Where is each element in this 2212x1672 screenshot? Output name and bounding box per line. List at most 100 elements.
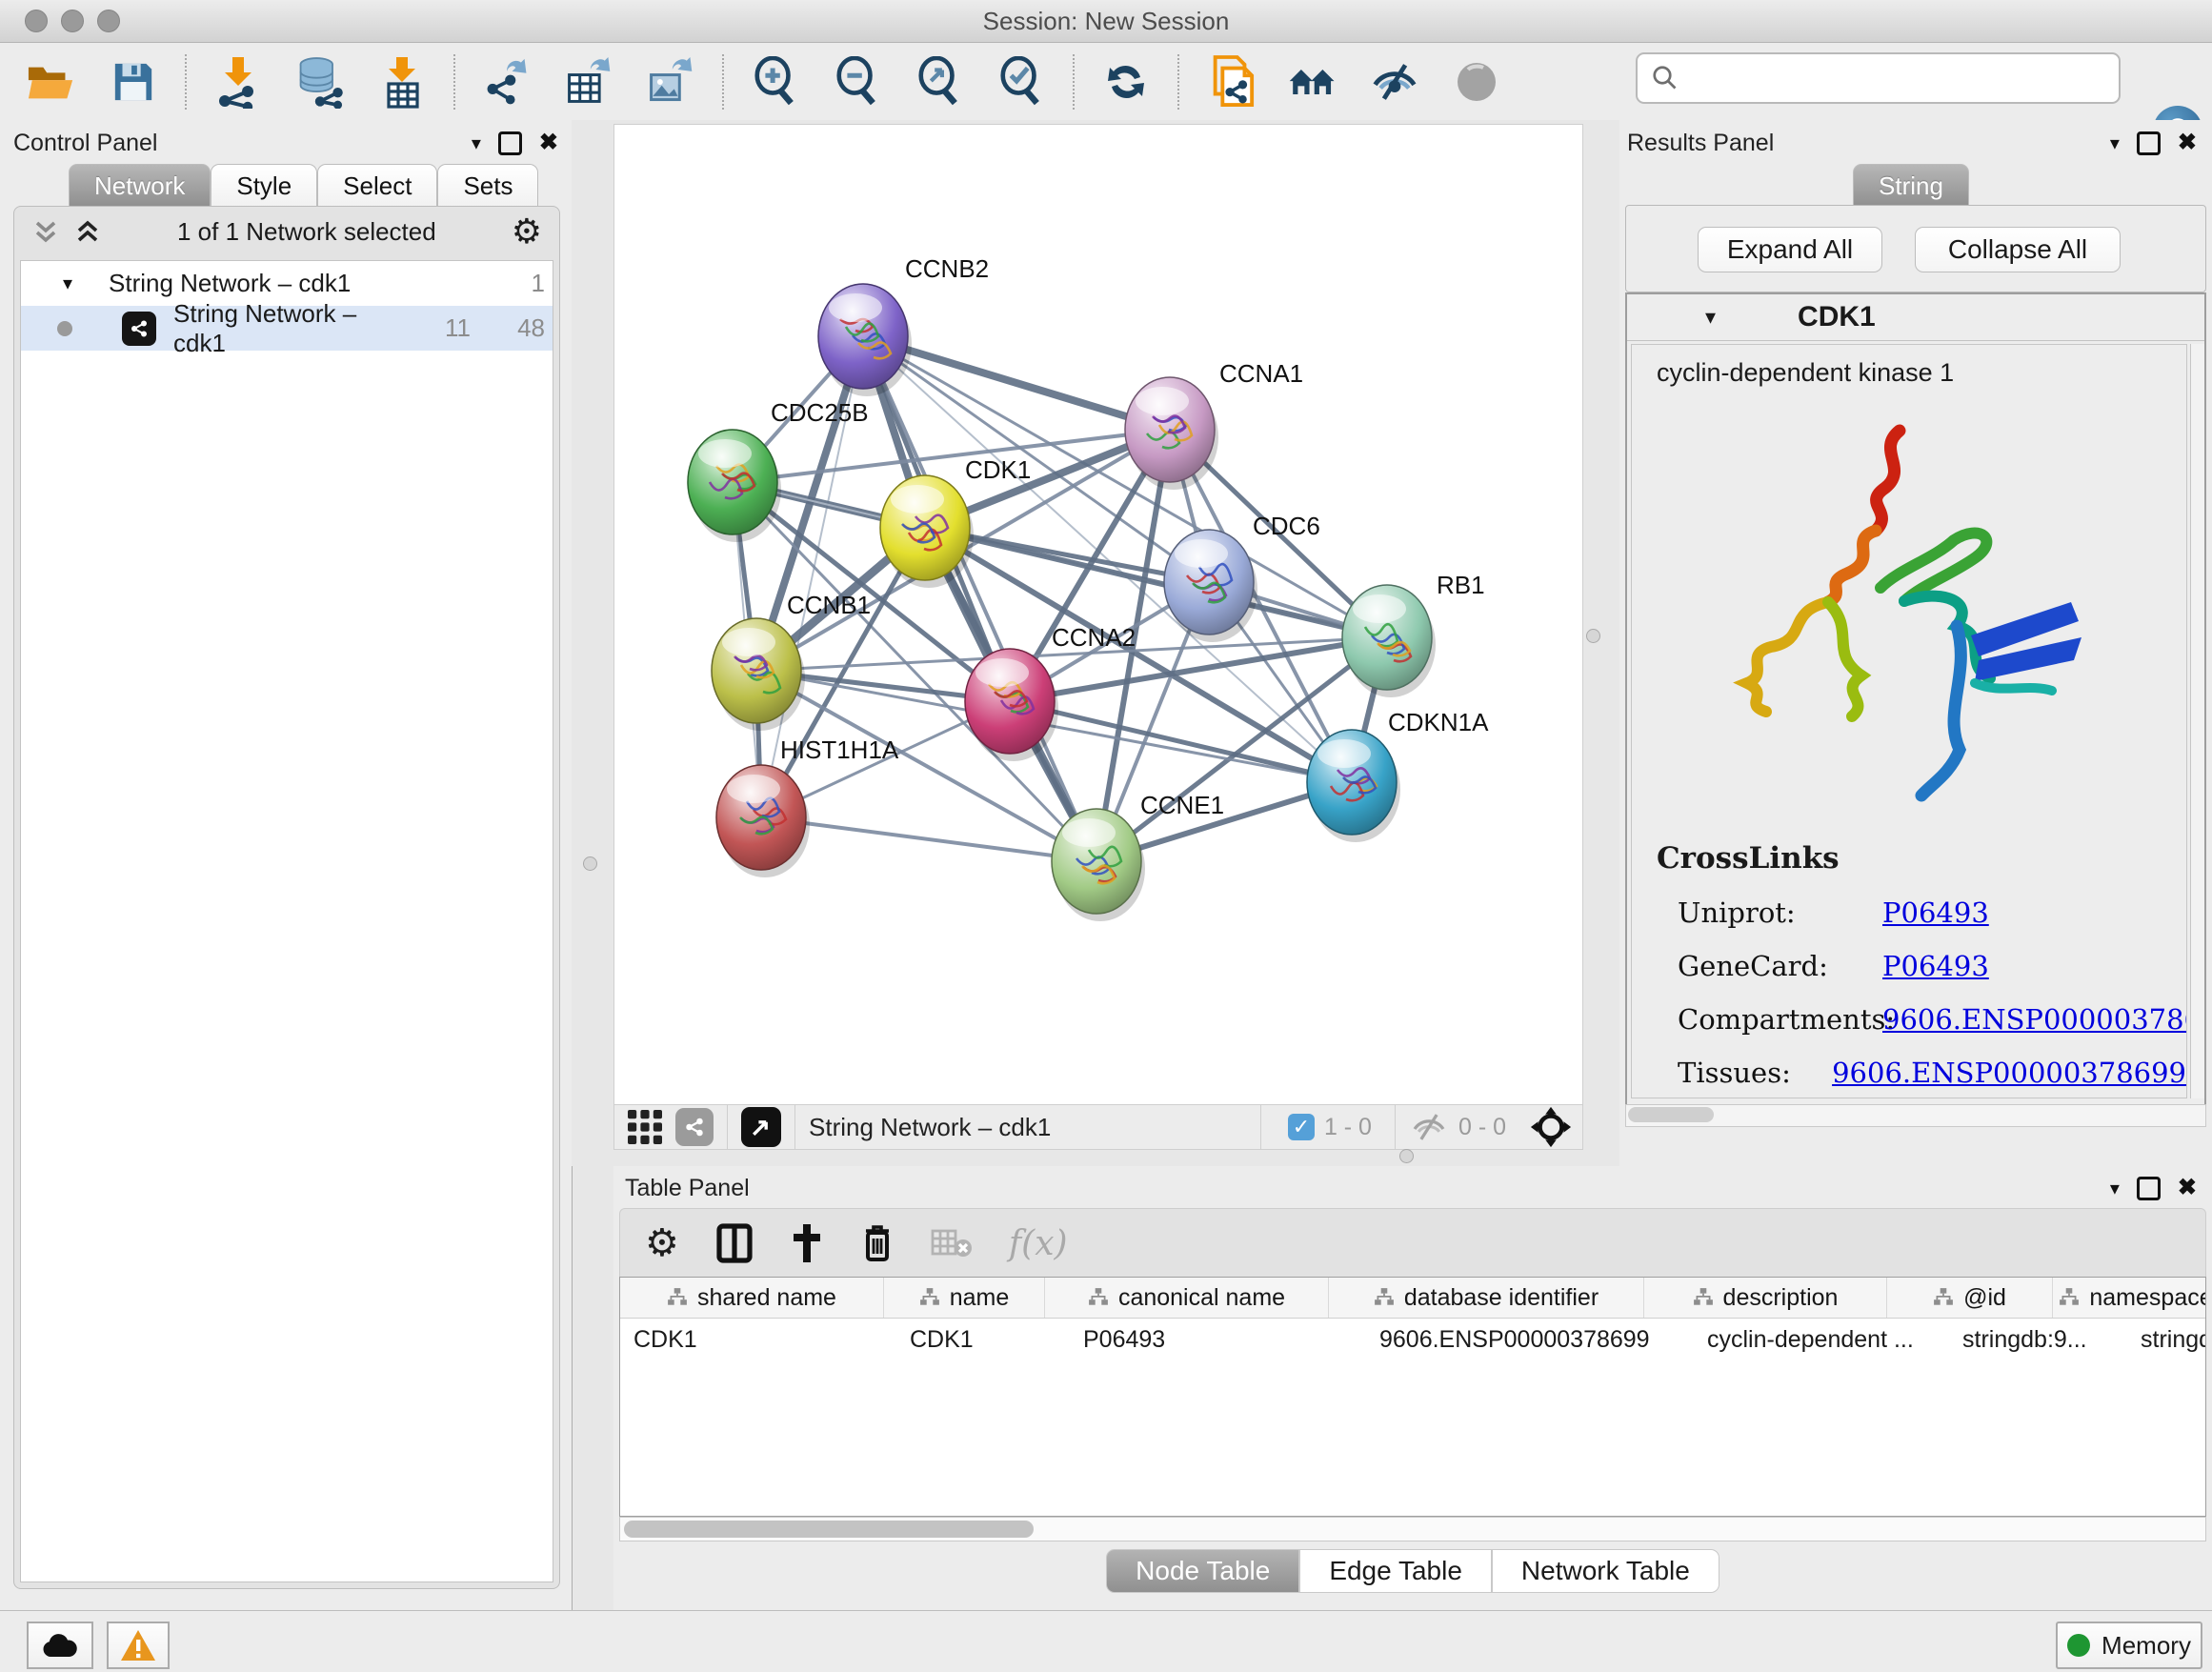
expand-all-networks-icon[interactable]: [73, 217, 102, 246]
tab-network-table[interactable]: Network Table: [1492, 1549, 1719, 1593]
network-node[interactable]: CCNB1: [712, 591, 871, 731]
cloud-button[interactable]: [27, 1622, 93, 1669]
column-tree-icon: [667, 1287, 688, 1308]
import-table-icon[interactable]: [377, 57, 427, 107]
warning-button[interactable]: [107, 1622, 170, 1669]
network-edge[interactable]: [863, 336, 1096, 861]
hide-unhide-icon[interactable]: [1370, 57, 1419, 107]
zoom-selected-icon[interactable]: [996, 57, 1046, 107]
search-input[interactable]: [1679, 59, 2119, 97]
results-panel-maximize-icon[interactable]: [2137, 131, 2161, 155]
gene-card-expander-icon[interactable]: ▾: [1705, 305, 1716, 330]
crosslink-link[interactable]: 9606.ENSP00000378699: [1882, 1003, 2187, 1036]
delete-column-icon[interactable]: [860, 1221, 895, 1265]
table-cell[interactable]: P06493: [1070, 1319, 1366, 1360]
left-splitter-handle[interactable]: [583, 856, 597, 871]
network-type-icon[interactable]: [675, 1108, 714, 1146]
save-session-icon[interactable]: [109, 57, 158, 107]
collapse-all-networks-icon[interactable]: [31, 217, 60, 246]
tab-style[interactable]: Style: [211, 164, 317, 207]
fit-selected-crosshair-icon[interactable]: [1529, 1105, 1573, 1149]
control-panel-close-icon[interactable]: ✖: [539, 131, 558, 154]
import-network-database-icon[interactable]: [295, 57, 345, 107]
table-panel-float-icon[interactable]: ▾: [2110, 1177, 2120, 1200]
tab-string[interactable]: String: [1853, 164, 1969, 207]
table-panel-maximize-icon[interactable]: [2137, 1177, 2161, 1200]
refresh-icon[interactable]: [1101, 57, 1151, 107]
network-node[interactable]: CDC6: [1164, 512, 1320, 642]
export-image-icon[interactable]: [646, 57, 695, 107]
results-hscroll-thumb[interactable]: [1628, 1107, 1714, 1122]
open-session-icon[interactable]: [27, 57, 76, 107]
import-network-file-icon[interactable]: [213, 57, 263, 107]
tab-select[interactable]: Select: [317, 164, 437, 207]
column-header[interactable]: namespace: [2053, 1278, 2206, 1318]
show-columns-icon[interactable]: [715, 1222, 754, 1264]
homes-icon[interactable]: [1288, 57, 1337, 107]
zoom-fit-icon[interactable]: [915, 57, 964, 107]
table-panel-close-icon[interactable]: ✖: [2178, 1177, 2197, 1199]
add-column-icon[interactable]: [790, 1222, 824, 1264]
column-header[interactable]: database identifier: [1329, 1278, 1644, 1318]
column-header-label: name: [950, 1284, 1010, 1312]
column-header[interactable]: name: [884, 1278, 1045, 1318]
table-row[interactable]: CDK1CDK1P064939606.ENSP00000378699cyclin…: [620, 1319, 2205, 1360]
crosslink-link[interactable]: P06493: [1882, 896, 1989, 929]
network-node[interactable]: RB1: [1342, 571, 1485, 697]
network-canvas[interactable]: CCNB2CCNA1CDC25BCDK1CDC6RB1CCNB1CCNA2CDK…: [613, 124, 1583, 1105]
export-table-icon[interactable]: [564, 57, 613, 107]
selected-checkbox-icon[interactable]: ✓: [1288, 1114, 1315, 1140]
export-network-icon[interactable]: [482, 57, 532, 107]
zoom-out-icon[interactable]: [833, 57, 882, 107]
main-toolbar: ?: [0, 43, 2212, 121]
network-node[interactable]: CCNE1: [1052, 791, 1224, 921]
network-node[interactable]: HIST1H1A: [716, 735, 899, 877]
memory-button[interactable]: Memory: [2056, 1622, 2202, 1669]
collapse-all-button[interactable]: Collapse All: [1915, 227, 2121, 272]
table-cell[interactable]: CDK1: [896, 1319, 1070, 1360]
tab-edge-table[interactable]: Edge Table: [1299, 1549, 1492, 1593]
right-splitter-handle[interactable]: [1586, 629, 1600, 643]
results-panel-close-icon[interactable]: ✖: [2178, 131, 2197, 154]
table-horizontal-scrollbar[interactable]: [619, 1517, 2206, 1541]
tab-network[interactable]: Network: [69, 164, 211, 207]
collection-expander-icon[interactable]: ▾: [63, 272, 91, 295]
column-header[interactable]: shared name: [620, 1278, 884, 1318]
memory-status-dot: [2067, 1634, 2090, 1657]
table-cell[interactable]: stringdb: [2127, 1319, 2206, 1360]
results-horizontal-scrollbar[interactable]: [1625, 1104, 2206, 1127]
table-toolbar: ⚙ f(x): [619, 1208, 2206, 1279]
string-document-icon[interactable]: [1206, 57, 1256, 107]
table-cell[interactable]: 9606.ENSP00000378699: [1366, 1319, 1694, 1360]
column-header[interactable]: description: [1644, 1278, 1887, 1318]
network-edge[interactable]: [761, 817, 1096, 861]
column-header[interactable]: @id: [1887, 1278, 2053, 1318]
control-panel-maximize-icon[interactable]: [498, 131, 522, 155]
crosslink-link[interactable]: 9606.ENSP00000378699: [1832, 1057, 2186, 1089]
tab-node-table[interactable]: Node Table: [1106, 1549, 1299, 1593]
network-edge[interactable]: [1010, 701, 1352, 782]
table-hscroll-thumb[interactable]: [624, 1521, 1034, 1538]
birdseye-view-button[interactable]: [741, 1107, 781, 1147]
table-cell[interactable]: stringdb:9...: [1949, 1319, 2127, 1360]
table-cell[interactable]: CDK1: [620, 1319, 896, 1360]
network-options-gear-icon[interactable]: ⚙: [512, 212, 542, 252]
column-header-label: namespace: [2089, 1284, 2206, 1312]
crosslink-link[interactable]: P06493: [1882, 950, 1989, 982]
results-vertical-scrollbar[interactable]: [2190, 344, 2204, 1098]
network-node[interactable]: CDKN1A: [1307, 708, 1489, 842]
results-panel-float-icon[interactable]: ▾: [2110, 131, 2120, 155]
network-row[interactable]: String Network – cdk1 11 48: [21, 306, 553, 351]
tab-sets[interactable]: Sets: [437, 164, 538, 207]
table-cell[interactable]: cyclin-dependent ...: [1694, 1319, 1949, 1360]
control-panel-float-icon[interactable]: ▾: [472, 131, 481, 155]
grid-view-icon[interactable]: [626, 1108, 664, 1146]
eye-icon[interactable]: [1452, 57, 1501, 107]
network-node[interactable]: CCNB2: [818, 254, 989, 396]
table-options-gear-icon[interactable]: ⚙: [645, 1221, 679, 1265]
network-node[interactable]: CCNA2: [965, 623, 1136, 761]
expand-all-button[interactable]: Expand All: [1698, 227, 1882, 272]
bottom-splitter-handle[interactable]: [1399, 1149, 1414, 1163]
column-header[interactable]: canonical name: [1045, 1278, 1329, 1318]
zoom-in-icon[interactable]: [751, 57, 800, 107]
